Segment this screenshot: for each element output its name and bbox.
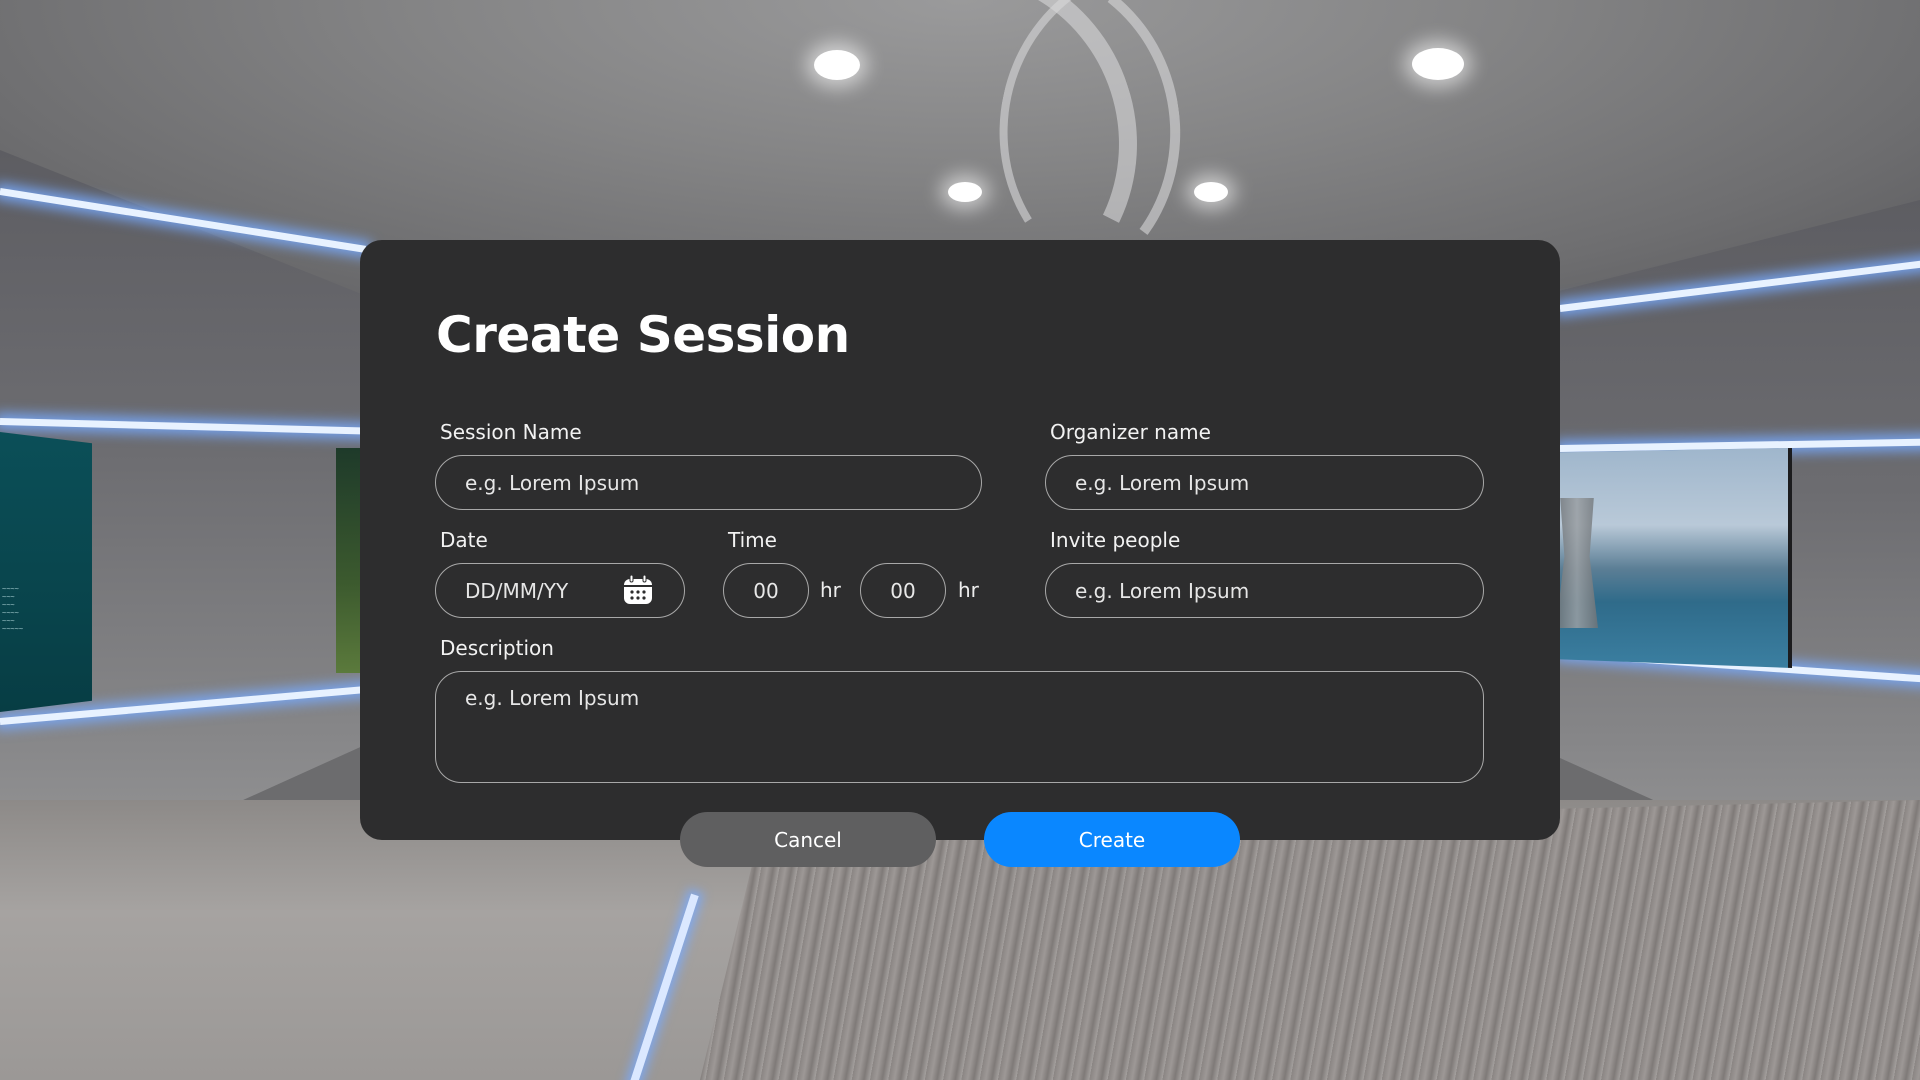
session-name-label: Session Name: [440, 420, 582, 444]
dialog-title: Create Session: [436, 306, 850, 364]
create-session-dialog: Create Session Session Name Organizer na…: [360, 240, 1560, 840]
wall-screen: [336, 448, 362, 673]
cancel-button[interactable]: Cancel: [680, 812, 936, 867]
time-minutes-input[interactable]: [860, 563, 946, 618]
session-name-input[interactable]: [435, 455, 982, 510]
date-label: Date: [440, 528, 488, 552]
time-hours-input[interactable]: [723, 563, 809, 618]
time-minutes-unit: hr: [958, 578, 979, 602]
organizer-name-label: Organizer name: [1050, 420, 1211, 444]
calendar-icon[interactable]: [623, 575, 653, 605]
invite-people-input[interactable]: [1045, 563, 1484, 618]
ceiling-light: [814, 50, 860, 80]
ceiling-light: [1412, 48, 1464, 80]
description-textarea[interactable]: [435, 671, 1484, 783]
ceiling-light: [948, 182, 982, 202]
invite-people-label: Invite people: [1050, 528, 1181, 552]
time-label: Time: [728, 528, 777, 552]
wall-screen-text: ~~~~ ~~~ ~~~ ~~~~ ~~~ ~~~~~: [2, 585, 24, 633]
ceiling-light: [1194, 182, 1228, 202]
wall-screen: [1558, 448, 1792, 668]
description-label: Description: [440, 636, 554, 660]
create-button[interactable]: Create: [984, 812, 1240, 867]
time-hours-unit: hr: [820, 578, 841, 602]
wall-screen: [0, 432, 92, 712]
organizer-name-input[interactable]: [1045, 455, 1484, 510]
